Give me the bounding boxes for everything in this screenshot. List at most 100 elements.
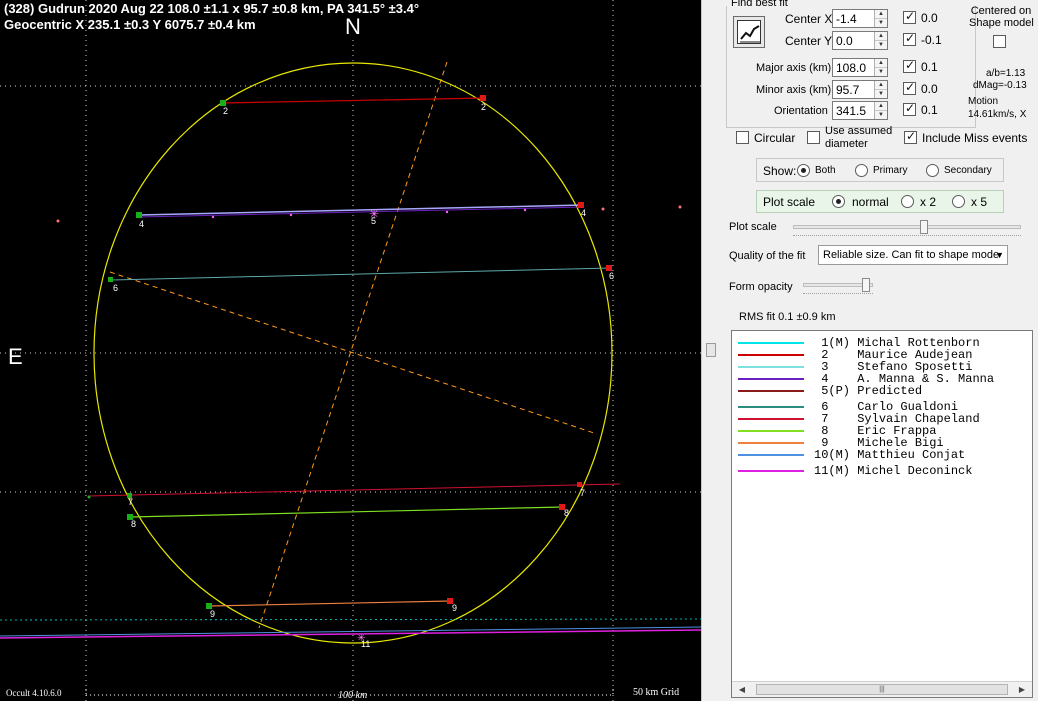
scroll-right-icon[interactable]: ▶	[1015, 684, 1029, 696]
show-secondary-radio[interactable]	[926, 164, 939, 177]
dot	[678, 205, 682, 209]
chord-label: 8	[564, 508, 569, 518]
quality-value: Reliable size. Can fit to shape mode	[823, 249, 1000, 261]
quality-label: Quality of the fit	[729, 250, 806, 262]
legend-line-1	[738, 342, 804, 344]
legend-num: 10	[814, 448, 829, 462]
major-axis-input[interactable]: 108.0 ▲ ▼	[832, 58, 888, 77]
plot-scale-group-label: Plot scale	[763, 195, 816, 209]
splitter[interactable]	[701, 0, 723, 701]
version-label: Occult 4.10.6.0	[6, 688, 62, 698]
center-x-value: -1.4	[836, 12, 857, 26]
show-secondary-label: Secondary	[944, 165, 992, 176]
chords	[0, 97, 701, 639]
legend-hscrollbar[interactable]: ◀ ||| ▶	[732, 681, 1032, 697]
legend-row[interactable]: 11(M) Michel Deconinck	[732, 464, 1032, 478]
minor-axis-input[interactable]: 95.7 ▲ ▼	[832, 80, 888, 99]
center-y-uncertainty: -0.1	[921, 33, 942, 47]
plot-scale-group: Plot scale normal x 2 x 5	[756, 190, 1004, 213]
dropdown-arrow-icon: ▼	[995, 250, 1004, 260]
centered-on-line1: Centered on	[970, 5, 1032, 17]
show-both-radio[interactable]	[797, 164, 810, 177]
center-y-checkbox[interactable]	[903, 31, 916, 46]
minor-axis-checkbox[interactable]	[903, 80, 916, 95]
scale-x5-radio[interactable]	[952, 195, 965, 208]
chord-label: 4	[581, 208, 586, 218]
chord-2	[222, 97, 485, 104]
quality-dropdown[interactable]: Reliable size. Can fit to shape mode ▼	[818, 245, 1008, 265]
legend-tag: (M)	[828, 464, 851, 478]
centered-on-shape-checkbox[interactable]	[993, 35, 1006, 48]
plot-scale-track[interactable]	[793, 225, 1021, 229]
chord-label: 11	[361, 639, 370, 649]
legend-line-10	[738, 454, 804, 456]
orientation-input[interactable]: 341.5 ▲ ▼	[832, 101, 888, 120]
legend-tag: (M)	[828, 448, 851, 462]
orientation-stepper[interactable]: ▲ ▼	[874, 102, 887, 119]
dot	[87, 495, 91, 499]
scale-x2-label: x 2	[920, 195, 937, 209]
ellipse-axes	[109, 61, 598, 629]
dot	[601, 207, 605, 211]
chord-8	[129, 506, 564, 518]
legend-name: Predicted	[857, 384, 923, 398]
show-group: Show: Both Primary Secondary	[756, 158, 1004, 182]
scatter-dots	[56, 205, 682, 499]
chord-label: 9	[210, 609, 215, 619]
minor-axis-uncertainty: 0.0	[921, 82, 938, 96]
scale-x2-radio[interactable]	[901, 195, 914, 208]
major-axis-checkbox[interactable]	[903, 58, 916, 73]
legend-line-3	[738, 366, 804, 368]
form-opacity-knob[interactable]	[862, 278, 870, 292]
minor-axis-line	[109, 271, 598, 435]
circular-checkbox[interactable]	[736, 131, 749, 144]
dot	[445, 210, 449, 214]
center-x-checkbox[interactable]	[903, 9, 916, 24]
legend-line-9	[738, 442, 804, 444]
plot-scale-knob[interactable]	[920, 220, 928, 234]
use-assumed-diameter-checkbox[interactable]	[807, 131, 820, 144]
marker-7-end	[577, 482, 582, 487]
chord-7	[87, 483, 621, 497]
chord-label: 4	[139, 219, 144, 229]
scroll-left-icon[interactable]: ◀	[735, 684, 749, 696]
plot-canvas: ✳ ✳ 2 2 4 4 5 6 6 7 7 8 8 9 9 11	[0, 0, 701, 701]
show-label: Show:	[763, 164, 797, 178]
orientation-checkbox[interactable]	[903, 101, 916, 116]
splitter-handle[interactable]	[706, 343, 716, 357]
major-axis-stepper[interactable]: ▲ ▼	[874, 59, 887, 76]
dmag-value: dMag=-0.13	[973, 80, 1027, 91]
show-primary-radio[interactable]	[855, 164, 868, 177]
include-miss-checkbox[interactable]	[904, 129, 917, 144]
use-assumed-label: Use assumed diameter	[825, 125, 892, 151]
legend-name: Michel Deconinck	[857, 464, 973, 478]
major-axis-label: Major axis (km)	[756, 62, 832, 74]
scale-normal-label: normal	[852, 195, 889, 209]
center-y-input[interactable]: 0.0 ▲ ▼	[832, 31, 888, 50]
chord-label: 7	[128, 497, 133, 507]
observer-legend[interactable]: 1(M) Michal Rottenborn 2 Maurice Audejea…	[731, 330, 1033, 698]
chord-label: 2	[481, 102, 486, 112]
show-primary-label: Primary	[873, 165, 908, 176]
minor-axis-stepper[interactable]: ▲ ▼	[874, 81, 887, 98]
grid-label: 50 km Grid	[633, 687, 680, 698]
orientation-label: Orientation	[774, 105, 828, 117]
scale-x5-label: x 5	[971, 195, 988, 209]
north-label: N	[345, 14, 361, 39]
center-y-stepper[interactable]: ▲ ▼	[874, 32, 887, 49]
legend-row[interactable]: 5(P) Predicted	[732, 384, 1032, 398]
occultation-plot[interactable]: ✳ ✳ 2 2 4 4 5 6 6 7 7 8 8 9 9 11 (328) G…	[0, 0, 701, 701]
legend-row[interactable]: 10(M) Matthieu Conjat	[732, 448, 1032, 462]
legend-line-5	[738, 390, 804, 392]
chord-6	[110, 267, 612, 281]
scale-normal-radio[interactable]	[832, 195, 845, 208]
center-y-value: 0.0	[836, 34, 853, 48]
legend-num: 11	[814, 464, 829, 478]
center-x-input[interactable]: -1.4 ▲ ▼	[832, 9, 888, 28]
scroll-thumb[interactable]: |||	[756, 684, 1008, 695]
centered-on-line2: Shape model	[969, 17, 1034, 29]
center-x-stepper[interactable]: ▲ ▼	[874, 10, 887, 27]
chord-label: 8	[131, 519, 136, 529]
legend-line-11	[738, 470, 804, 472]
find-best-fit-button[interactable]	[733, 16, 765, 48]
